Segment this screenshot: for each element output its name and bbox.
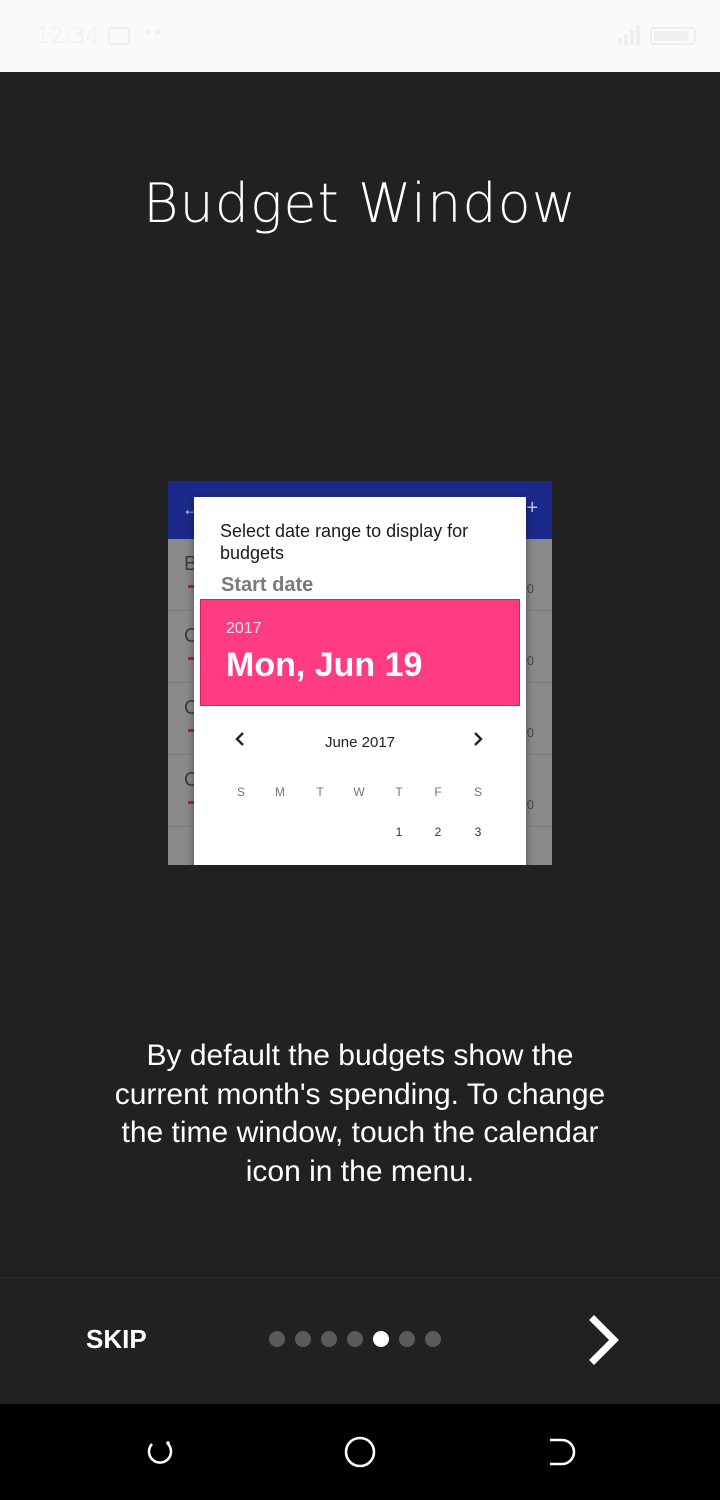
- battery-icon: [650, 27, 696, 45]
- weekday-label: T: [395, 785, 403, 799]
- preview-row-value: 0: [526, 653, 534, 668]
- weekday-label: T: [316, 785, 324, 799]
- chevron-right-icon: [589, 1315, 619, 1365]
- home-icon[interactable]: [342, 1434, 378, 1470]
- date-range-dialog: Select date range to display for budgets…: [194, 497, 526, 865]
- selected-date: Mon, Jun 19: [226, 646, 423, 684]
- signal-icon: [618, 25, 640, 45]
- tutorial-preview-image: B 0 C 0 C 0 C 0 Select date range to dis…: [168, 481, 552, 865]
- status-time: 12:34: [36, 24, 100, 49]
- weekday-label: W: [353, 785, 365, 799]
- calendar-day: 2: [434, 825, 442, 839]
- more-notifications-icon: ••: [145, 22, 164, 44]
- preview-row-value: 0: [526, 725, 534, 740]
- dialog-title: Select date range to display for budgets: [220, 521, 469, 563]
- page-indicator-dot: [295, 1331, 311, 1347]
- tutorial-description: By default the budgets show the current …: [114, 1039, 606, 1188]
- weekday-label: S: [236, 785, 245, 799]
- back-icon[interactable]: [542, 1434, 578, 1470]
- next-button[interactable]: [580, 1312, 630, 1368]
- dialog-subtitle: Start date: [221, 574, 314, 596]
- page-indicator-dot: [425, 1331, 441, 1347]
- weekday-label: S: [473, 785, 482, 799]
- page-title: Budget Window: [143, 172, 577, 235]
- page-indicator-dot: [269, 1331, 285, 1347]
- calendar-day: 1: [395, 825, 403, 839]
- page-indicator-dot: [321, 1331, 337, 1347]
- page-indicator-dot: [347, 1331, 363, 1347]
- weekday-label: F: [434, 785, 442, 799]
- preview-row-value: 0: [526, 581, 534, 596]
- preview-row-value: 0: [526, 797, 534, 812]
- page-indicator-dot: [399, 1331, 415, 1347]
- selected-year: 2017: [226, 620, 262, 637]
- skip-button[interactable]: SKIP: [86, 1324, 147, 1355]
- recent-apps-icon[interactable]: [142, 1434, 178, 1470]
- calendar-day: 3: [474, 825, 482, 839]
- image-notification-icon: [108, 27, 130, 45]
- weekday-label: M: [275, 785, 285, 799]
- chevron-right-icon: [474, 732, 483, 746]
- page-indicator-dot-active: [373, 1331, 389, 1347]
- selected-date-header: 2017 Mon, Jun 19: [200, 599, 520, 706]
- status-bar: 12:34 ••: [0, 0, 720, 72]
